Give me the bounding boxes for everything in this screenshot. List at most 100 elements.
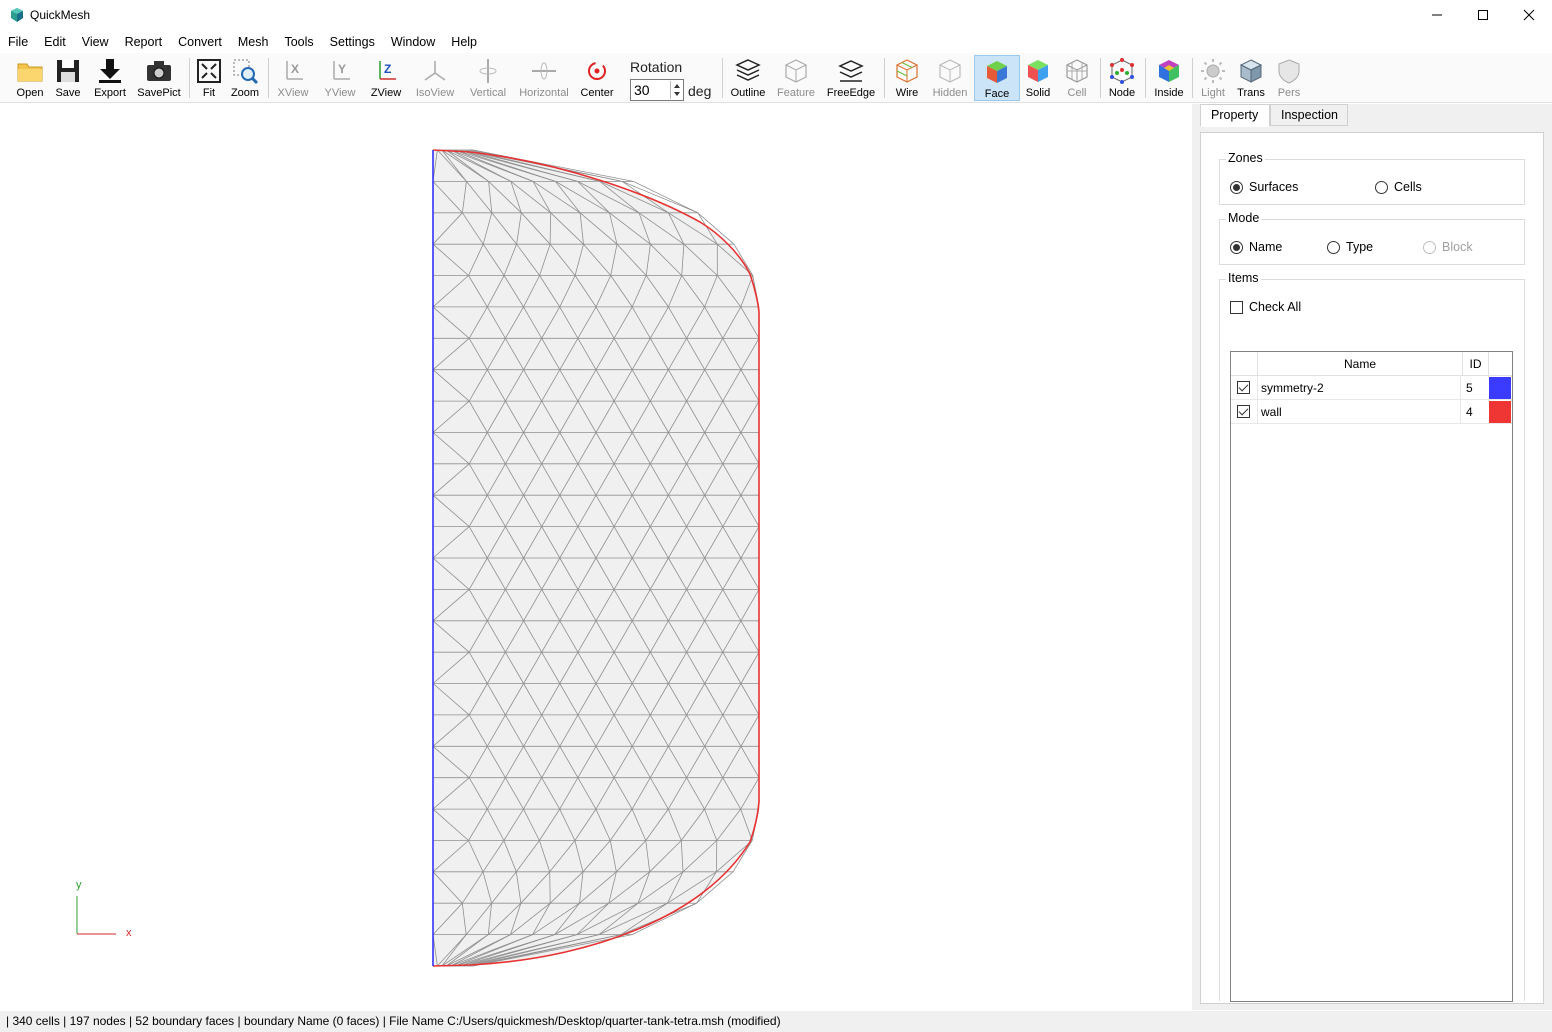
menu-tools[interactable]: Tools <box>276 31 321 53</box>
xview-button[interactable]: X XView <box>274 55 312 101</box>
menu-mesh[interactable]: Mesh <box>230 31 277 53</box>
fit-button[interactable]: Fit <box>194 55 224 101</box>
freeedge-button[interactable]: FreeEdge <box>826 55 876 101</box>
row-name: wall <box>1261 400 1461 424</box>
y-axis-view-icon: Y <box>333 61 350 80</box>
inside-button[interactable]: Inside <box>1152 55 1186 101</box>
outline-layers-icon <box>735 59 761 81</box>
menu-window[interactable]: Window <box>383 31 443 53</box>
horizontal-button[interactable]: Horizontal <box>517 55 571 101</box>
quickmesh-logo-icon <box>11 8 23 22</box>
solid-button[interactable]: Solid <box>1022 55 1054 101</box>
rotation-input[interactable]: 30 <box>630 79 684 101</box>
vertical-button[interactable]: Vertical <box>466 55 510 101</box>
download-arrow-icon <box>99 59 121 83</box>
zoom-button[interactable]: Zoom <box>229 55 261 101</box>
toolbar-separator <box>1145 58 1146 98</box>
row-name: symmetry-2 <box>1261 376 1461 400</box>
mode-name-radio[interactable]: Name <box>1230 240 1282 254</box>
col-color-header <box>1489 352 1512 376</box>
perspective-shield-icon <box>1278 59 1300 84</box>
check-all-label: Check All <box>1249 300 1302 314</box>
mode-block-radio[interactable]: Block <box>1423 240 1473 254</box>
col-check-header <box>1231 352 1258 376</box>
zones-title: Zones <box>1226 151 1265 165</box>
trans-button[interactable]: Trans <box>1234 55 1268 101</box>
minimize-button[interactable] <box>1414 0 1460 30</box>
row-checkbox[interactable] <box>1231 376 1258 400</box>
camera-icon <box>147 61 171 81</box>
table-row[interactable]: symmetry-2 5 <box>1231 376 1512 400</box>
row-id: 4 <box>1466 405 1473 419</box>
items-title: Items <box>1226 271 1261 285</box>
save-button[interactable]: Save <box>52 55 84 101</box>
row-id: 5 <box>1466 381 1473 395</box>
property-tab-body: Zones Surfaces Cells Mode Name Type Bloc… <box>1200 132 1544 1004</box>
menu-view[interactable]: View <box>74 31 117 53</box>
pers-button[interactable]: Pers <box>1274 55 1304 101</box>
minimize-icon <box>1432 14 1442 16</box>
rotation-value: 30 <box>634 82 650 98</box>
mode-name-label: Name <box>1249 240 1283 254</box>
z-axis-view-icon: Z <box>379 61 396 80</box>
checkbox-checked-icon <box>1237 381 1250 394</box>
isoview-button[interactable]: IsoView <box>413 55 457 101</box>
menu-settings[interactable]: Settings <box>322 31 383 53</box>
fit-expand-icon <box>197 59 221 83</box>
row-color-swatch[interactable] <box>1489 377 1511 399</box>
outline-button[interactable]: Outline <box>728 55 768 101</box>
tab-inspection[interactable]: Inspection <box>1270 104 1348 126</box>
export-button[interactable]: Export <box>92 55 128 101</box>
axis-triad: y x <box>76 879 132 939</box>
iso-view-icon <box>424 61 446 81</box>
tab-property[interactable]: Property <box>1200 104 1270 127</box>
svg-text:X: X <box>291 62 299 76</box>
floppy-disk-icon <box>57 60 79 82</box>
zones-cells-radio[interactable]: Cells <box>1375 180 1422 194</box>
wire-button[interactable]: Wire <box>891 55 923 101</box>
face-button[interactable]: Face <box>974 55 1020 101</box>
savepict-button[interactable]: SavePict <box>137 55 181 101</box>
menu-help[interactable]: Help <box>443 31 485 53</box>
table-row[interactable]: wall 4 <box>1231 400 1512 424</box>
mode-title: Mode <box>1226 211 1262 225</box>
feature-button[interactable]: Feature <box>774 55 818 101</box>
mesh-canvas[interactable]: y x <box>0 104 1192 1010</box>
hidden-button[interactable]: Hidden <box>930 55 970 101</box>
horizontal-rotate-icon <box>532 62 556 80</box>
menu-edit[interactable]: Edit <box>36 31 74 53</box>
vertical-rotate-icon <box>479 59 497 83</box>
zones-cells-label: Cells <box>1394 180 1422 194</box>
free-edge-icon <box>838 60 864 82</box>
node-button[interactable]: Node <box>1106 55 1138 101</box>
check-all-checkbox[interactable]: Check All <box>1230 300 1301 314</box>
close-button[interactable] <box>1506 0 1552 30</box>
open-button[interactable]: Open <box>14 55 46 101</box>
rotation-spinner[interactable] <box>670 81 682 99</box>
col-name-header[interactable]: Name <box>1258 352 1463 376</box>
row-color-swatch[interactable] <box>1489 401 1511 423</box>
radio-empty-icon <box>1327 240 1340 254</box>
light-button[interactable]: Light <box>1198 55 1228 101</box>
menu-report[interactable]: Report <box>117 31 171 53</box>
row-checkbox[interactable] <box>1231 400 1258 424</box>
solid-cube-icon <box>1028 60 1048 82</box>
svg-text:Y: Y <box>338 62 346 76</box>
mode-type-radio[interactable]: Type <box>1327 240 1373 254</box>
col-id-header[interactable]: ID <box>1463 352 1489 376</box>
close-icon <box>1523 9 1535 21</box>
mesh-viewport[interactable]: y x <box>0 104 1192 1010</box>
maximize-button[interactable] <box>1460 0 1506 30</box>
feature-cube-icon <box>785 59 807 83</box>
menu-file[interactable]: File <box>0 31 36 53</box>
zview-button[interactable]: Z ZView <box>367 55 405 101</box>
menu-bar: File Edit View Report Convert Mesh Tools… <box>0 31 1552 53</box>
yview-button[interactable]: Y YView <box>321 55 359 101</box>
mode-group: Mode Name Type Block <box>1219 211 1525 265</box>
cell-button[interactable]: Cell <box>1062 55 1092 101</box>
zones-surfaces-radio[interactable]: Surfaces <box>1230 180 1298 194</box>
wireframe-cube-icon <box>896 59 918 83</box>
mesh-edge <box>549 871 551 904</box>
center-button[interactable]: Center <box>578 55 616 101</box>
menu-convert[interactable]: Convert <box>170 31 230 53</box>
